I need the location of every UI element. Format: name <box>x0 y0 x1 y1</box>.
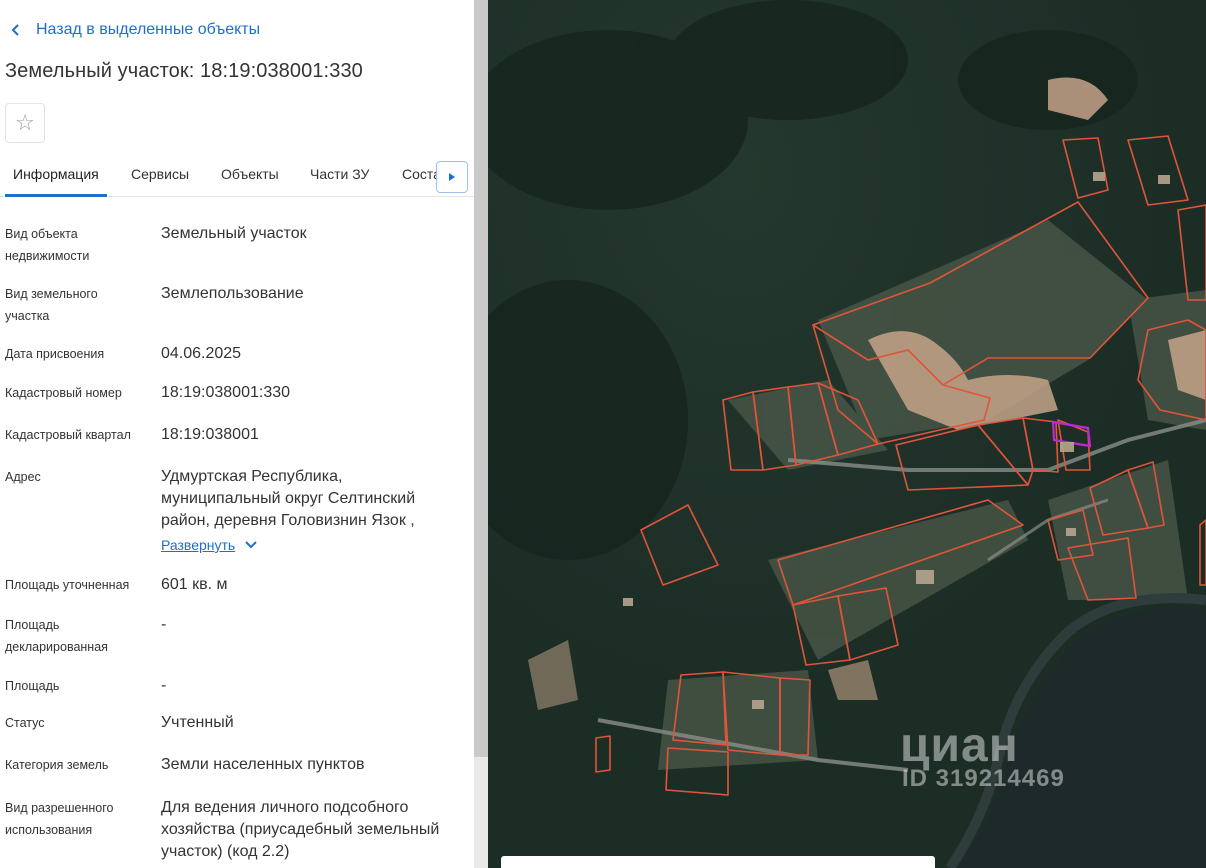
tab-objects[interactable]: Объекты <box>221 166 279 182</box>
satellite-imagery <box>488 0 1206 868</box>
info-panel: Назад в выделенные объекты Земельный уча… <box>0 0 474 868</box>
detail-value: Землепользование <box>161 285 304 302</box>
detail-label: Дата присвоения <box>5 347 105 361</box>
tab-land-parts[interactable]: Части ЗУ <box>310 166 369 182</box>
detail-label: Площадь <box>5 679 60 693</box>
detail-value: Земельный участок <box>161 225 307 242</box>
star-icon: ☆ <box>15 110 35 135</box>
tab-information[interactable]: Информация <box>13 166 99 182</box>
detail-value: Удмуртская Республика, муниципальный окр… <box>161 466 461 557</box>
back-link[interactable]: Назад в выделенные объекты <box>10 19 260 41</box>
detail-value: 18:19:038001 <box>161 426 259 443</box>
detail-value: 18:19:038001:330 <box>161 384 291 401</box>
favorite-button[interactable]: ☆ <box>5 103 45 143</box>
back-link-label: Назад в выделенные объекты <box>36 21 261 38</box>
satellite-map[interactable]: циан ID 319214469 <box>488 0 1206 868</box>
detail-label: Вид объекта недвижимости <box>5 227 90 263</box>
map-bottom-bar <box>501 856 935 868</box>
detail-value: Земли населенных пунктов <box>161 756 365 773</box>
chevron-left-icon <box>11 24 19 36</box>
detail-value: Учтенный <box>161 714 234 731</box>
detail-label: Площадь уточненная <box>5 578 130 592</box>
tab-services[interactable]: Сервисы <box>131 166 189 182</box>
detail-value: Для ведения личного подсобного хозяйства… <box>161 799 440 860</box>
panel-scrollbar-thumb[interactable] <box>474 0 488 757</box>
detail-value: 601 кв. м <box>161 576 228 593</box>
caret-right-icon <box>449 173 455 181</box>
detail-value: - <box>161 616 167 633</box>
page-title: Земельный участок: 18:19:038001:330 <box>5 60 363 82</box>
detail-value: - <box>161 677 167 694</box>
detail-value: 04.06.2025 <box>161 345 242 362</box>
address-text: Удмуртская Республика, муниципальный окр… <box>161 468 416 529</box>
chevron-down-icon <box>245 541 257 549</box>
tab-bar: Информация Сервисы Объекты Части ЗУ Сост… <box>0 152 474 197</box>
detail-label: Категория земель <box>5 758 109 772</box>
detail-label: Вид разрешенного использования <box>5 801 114 837</box>
expand-address-link[interactable]: Развернуть <box>161 534 257 556</box>
detail-label: Площадь декларированная <box>5 618 108 654</box>
expand-label: Развернуть <box>161 537 236 553</box>
detail-label: Кадастровый квартал <box>5 428 131 442</box>
app-root: Назад в выделенные объекты Земельный уча… <box>0 0 1206 868</box>
detail-label: Кадастровый номер <box>5 386 122 400</box>
tabs-scroll-right-button[interactable] <box>436 161 468 193</box>
active-tab-indicator <box>5 194 107 197</box>
detail-label: Вид земельного участка <box>5 287 98 323</box>
detail-label: Адрес <box>5 470 41 484</box>
detail-label: Статус <box>5 716 45 730</box>
watermark-id: ID 319214469 <box>902 765 1065 792</box>
